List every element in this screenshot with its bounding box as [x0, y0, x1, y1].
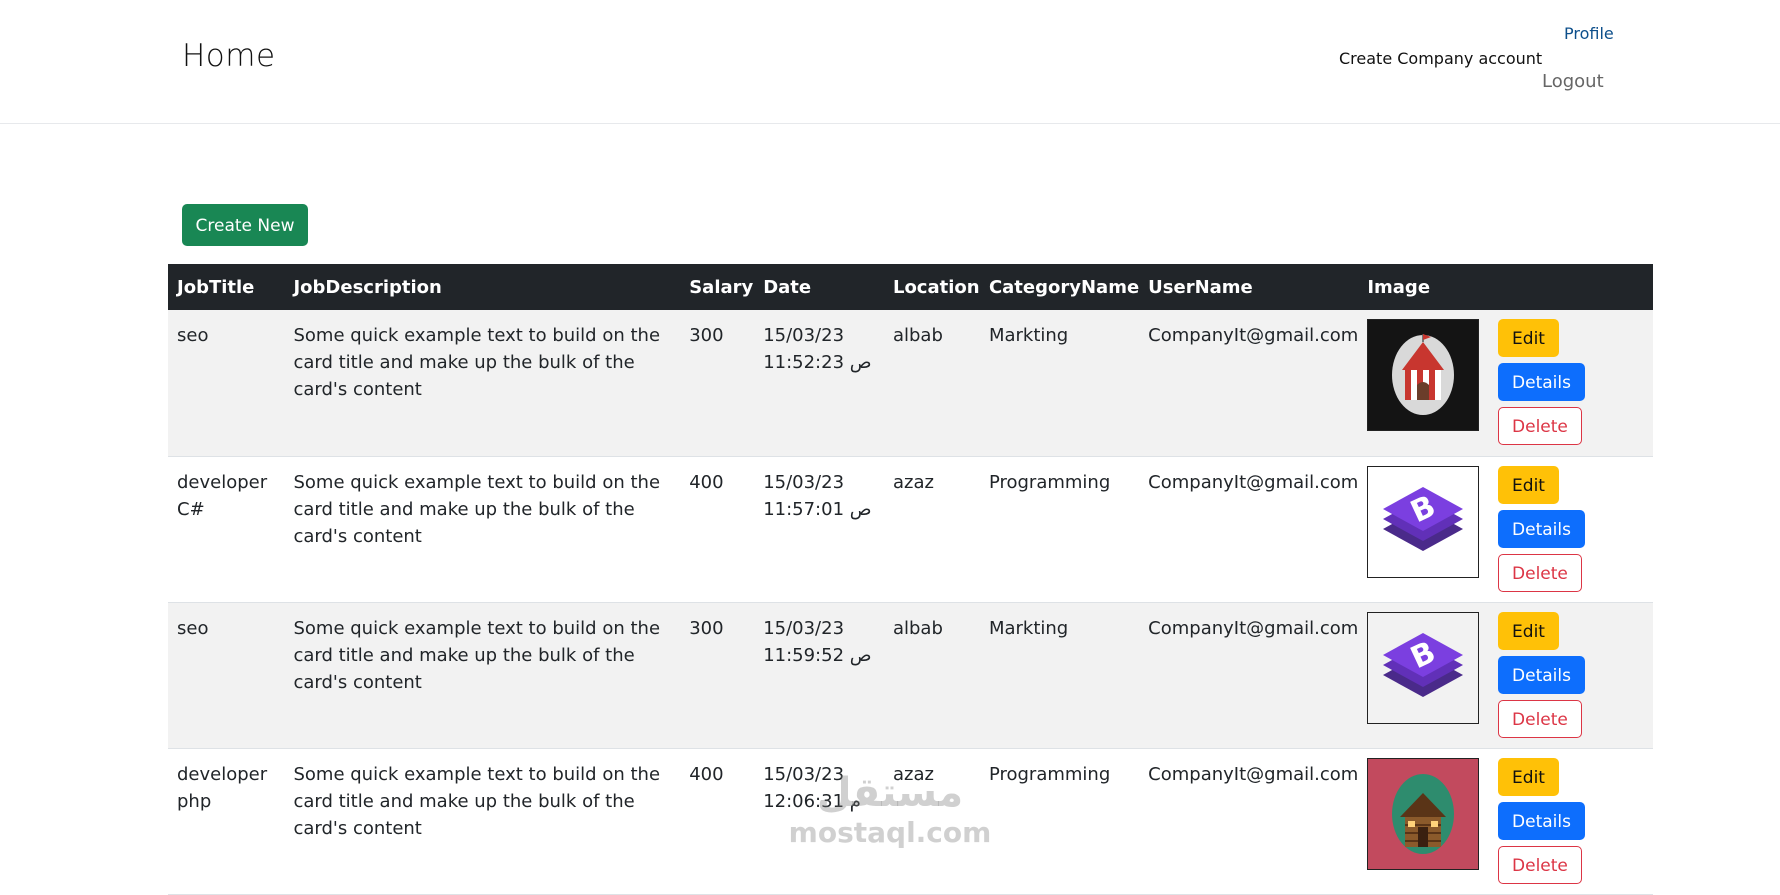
cell-username: CompanyIt@gmail.com — [1139, 310, 1359, 457]
date-value: 15/03/23 — [763, 617, 845, 639]
date-value: 15/03/23 — [763, 471, 845, 493]
column-header: JobDescription — [284, 264, 681, 310]
cell-location: albab — [883, 310, 980, 457]
time-value: 12:06:31 م — [763, 790, 861, 812]
date-value: 15/03/23 — [763, 325, 845, 346]
nav-logout-link[interactable]: Logout — [1542, 71, 1604, 92]
column-header-actions — [1489, 264, 1653, 310]
column-header: Salary — [680, 264, 755, 310]
time-value: 11:57:01 ص — [763, 498, 872, 520]
cell-image — [1358, 748, 1490, 895]
column-header: Location — [883, 264, 980, 310]
cell-actions: Edit Details Delete — [1489, 748, 1653, 895]
time-value: 11:52:23 ص — [763, 352, 872, 373]
cell-image — [1358, 310, 1490, 457]
cell-location: azaz — [883, 456, 980, 603]
bootstrap-logo-icon: B — [1367, 465, 1480, 578]
table-row: developer php Some quick example text to… — [168, 748, 1653, 895]
table-row: seo Some quick example text to build on … — [168, 310, 1653, 457]
cell-image: B — [1358, 602, 1490, 749]
details-button[interactable]: Details — [1498, 801, 1585, 840]
circus-tent-icon — [1367, 319, 1480, 431]
delete-button[interactable]: Delete — [1498, 407, 1582, 445]
table-row: seo Some quick example text to build on … — [168, 602, 1653, 749]
edit-button[interactable]: Edit — [1498, 319, 1559, 357]
cell-location: azaz — [883, 748, 980, 895]
edit-button[interactable]: Edit — [1498, 757, 1559, 796]
create-new-job-button[interactable]: Create New Job — [182, 204, 308, 278]
details-button[interactable]: Details — [1498, 655, 1585, 694]
cell-username: CompanyIt@gmail.com — [1139, 748, 1359, 895]
cell-job-title: seo — [168, 602, 285, 749]
cell-job-description: Some quick example text to build on the … — [284, 602, 681, 749]
column-header: CategoryName — [979, 264, 1140, 310]
table-row: developer C# Some quick example text to … — [168, 456, 1653, 603]
cell-category: Markting — [979, 310, 1140, 457]
cell-job-title: developer C# — [168, 456, 285, 603]
nav-create-company-link[interactable]: Create Company account — [1339, 49, 1542, 68]
cell-job-description: Some quick example text to build on the … — [284, 748, 681, 895]
cell-job-title: seo — [168, 310, 285, 457]
cell-actions: Edit Details Delete — [1489, 456, 1653, 603]
cell-salary: 300 — [680, 310, 755, 457]
cell-image: B — [1358, 456, 1490, 603]
delete-button[interactable]: Delete — [1498, 845, 1582, 884]
details-button[interactable]: Details — [1498, 363, 1585, 401]
cell-date: 15/03/23 11:59:52 ص — [754, 602, 884, 749]
cell-date: 15/03/23 11:52:23 ص — [754, 310, 884, 457]
bootstrap-logo-icon: B — [1367, 611, 1480, 724]
edit-button[interactable]: Edit — [1498, 465, 1559, 504]
table-header-row: JobTitle JobDescription Salary Date Loca… — [168, 264, 1653, 310]
cell-job-title: developer php — [168, 748, 285, 895]
cell-job-description: Some quick example text to build on the … — [284, 456, 681, 603]
details-button[interactable]: Details — [1498, 509, 1585, 548]
cell-actions: Edit Details Delete — [1489, 310, 1653, 457]
time-value: 11:59:52 ص — [763, 644, 872, 666]
column-header: Image — [1358, 264, 1490, 310]
cell-actions: Edit Details Delete — [1489, 602, 1653, 749]
cell-salary: 300 — [680, 602, 755, 749]
column-header: Date — [754, 264, 884, 310]
cell-category: Markting — [979, 602, 1140, 749]
delete-button[interactable]: Delete — [1498, 553, 1582, 592]
column-header: UserName — [1139, 264, 1359, 310]
cell-username: CompanyIt@gmail.com — [1139, 456, 1359, 603]
delete-button[interactable]: Delete — [1498, 699, 1582, 738]
jobs-table: JobTitle JobDescription Salary Date Loca… — [168, 264, 1653, 895]
cell-salary: 400 — [680, 456, 755, 603]
cell-username: CompanyIt@gmail.com — [1139, 602, 1359, 749]
cell-salary: 400 — [680, 748, 755, 895]
cell-category: Programming — [979, 748, 1140, 895]
edit-button[interactable]: Edit — [1498, 611, 1559, 650]
log-cabin-icon — [1367, 757, 1480, 870]
brand-home-link[interactable]: Home — [182, 38, 276, 74]
cell-job-description: Some quick example text to build on the … — [284, 310, 681, 457]
date-value: 15/03/23 — [763, 763, 845, 785]
nav-profile-link[interactable]: Profile — [1564, 24, 1614, 43]
column-header: JobTitle — [168, 264, 285, 310]
cell-location: albab — [883, 602, 980, 749]
cell-category: Programming — [979, 456, 1140, 603]
top-navbar: Home Profile Create Company account Logo… — [0, 0, 1780, 124]
cell-date: 15/03/23 12:06:31 م — [754, 748, 884, 895]
cell-date: 15/03/23 11:57:01 ص — [754, 456, 884, 603]
